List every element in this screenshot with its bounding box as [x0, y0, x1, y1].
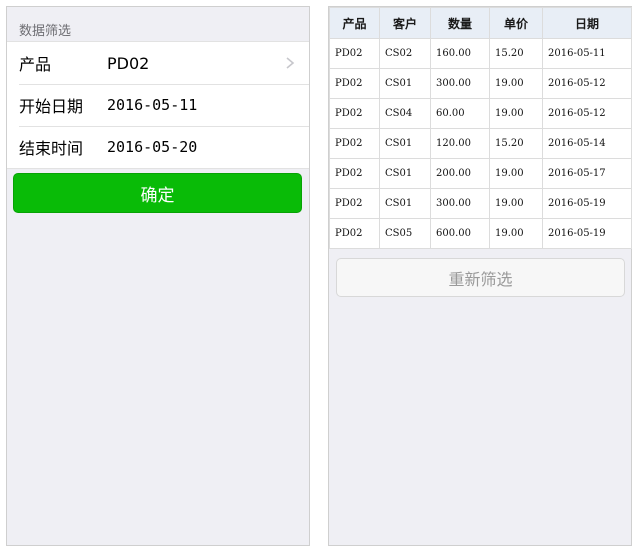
product-value: PD02: [107, 53, 150, 73]
cell-unit-price: 15.20: [489, 128, 543, 159]
column-header-date: 日期: [542, 7, 632, 39]
table-row: PD02 CS02 160.00 15.20 2016-05-11: [329, 38, 632, 69]
cell-quantity: 60.00: [430, 98, 490, 129]
cell-date: 2016-05-12: [542, 98, 632, 129]
cell-product: PD02: [329, 188, 380, 219]
cell-product: PD02: [329, 218, 380, 249]
results-table: 产品 客户 数量 单价 日期 PD02 CS02 160.00 15.20 20…: [329, 7, 632, 249]
cell-date: 2016-05-19: [542, 188, 632, 219]
reset-filter-button[interactable]: 重新筛选: [336, 258, 625, 297]
cell-unit-price: 15.20: [489, 38, 543, 69]
cell-unit-price: 19.00: [489, 218, 543, 249]
end-date-label: 结束时间: [19, 139, 84, 158]
column-header-quantity: 数量: [430, 7, 490, 39]
cell-product: PD02: [329, 158, 380, 189]
table-header-row: 产品 客户 数量 单价 日期: [329, 7, 632, 39]
column-header-unit-price: 单价: [489, 7, 543, 39]
cell-customer: CS01: [379, 188, 431, 219]
cell-quantity: 600.00: [430, 218, 490, 249]
table-row: PD02 CS01 200.00 19.00 2016-05-17: [329, 158, 632, 189]
cell-quantity: 200.00: [430, 158, 490, 189]
table-row: PD02 CS01 300.00 19.00 2016-05-19: [329, 188, 632, 219]
cell-customer: CS01: [379, 68, 431, 99]
cell-quantity: 120.00: [430, 128, 490, 159]
table-row: PD02 CS05 600.00 19.00 2016-05-19: [329, 218, 632, 249]
start-date-label: 开始日期: [19, 97, 84, 116]
cell-customer: CS01: [379, 158, 431, 189]
column-header-customer: 客户: [379, 7, 431, 39]
product-row[interactable]: 产品 PD02: [7, 42, 309, 84]
filter-form: 产品 PD02 开始日期 2016-05-11 结束时间 2016-05-20: [7, 41, 309, 169]
cell-quantity: 160.00: [430, 38, 490, 69]
cell-customer: CS05: [379, 218, 431, 249]
cell-date: 2016-05-17: [542, 158, 632, 189]
table-row: PD02 CS01 300.00 19.00 2016-05-12: [329, 68, 632, 99]
cell-unit-price: 19.00: [489, 68, 543, 99]
cell-product: PD02: [329, 98, 380, 129]
column-header-product: 产品: [329, 7, 380, 39]
start-date-row[interactable]: 开始日期 2016-05-11: [7, 84, 309, 126]
cell-unit-price: 19.00: [489, 188, 543, 219]
table-row: PD02 CS01 120.00 15.20 2016-05-14: [329, 128, 632, 159]
cell-customer: CS04: [379, 98, 431, 129]
cell-customer: CS01: [379, 128, 431, 159]
cell-product: PD02: [329, 128, 380, 159]
end-date-value: 2016-05-20: [107, 138, 198, 156]
cell-date: 2016-05-19: [542, 218, 632, 249]
section-title: 数据筛选: [19, 24, 72, 39]
results-panel: 产品 客户 数量 单价 日期 PD02 CS02 160.00 15.20 20…: [328, 6, 632, 546]
cell-date: 2016-05-14: [542, 128, 632, 159]
filter-panel: 数据筛选 产品 PD02 开始日期 2016-05-11 结束时间 2016-0…: [6, 6, 310, 546]
cell-product: PD02: [329, 68, 380, 99]
product-label: 产品: [19, 55, 52, 74]
cell-product: PD02: [329, 38, 380, 69]
cell-quantity: 300.00: [430, 188, 490, 219]
cell-quantity: 300.00: [430, 68, 490, 99]
cell-date: 2016-05-12: [542, 68, 632, 99]
confirm-button[interactable]: 确定: [13, 173, 302, 213]
cell-customer: CS02: [379, 38, 431, 69]
table-row: PD02 CS04 60.00 19.00 2016-05-12: [329, 98, 632, 129]
chevron-right-icon: [286, 57, 295, 69]
start-date-value: 2016-05-11: [107, 96, 198, 114]
cell-unit-price: 19.00: [489, 98, 543, 129]
cell-date: 2016-05-11: [542, 38, 632, 69]
cell-unit-price: 19.00: [489, 158, 543, 189]
end-date-row[interactable]: 结束时间 2016-05-20: [7, 126, 309, 168]
